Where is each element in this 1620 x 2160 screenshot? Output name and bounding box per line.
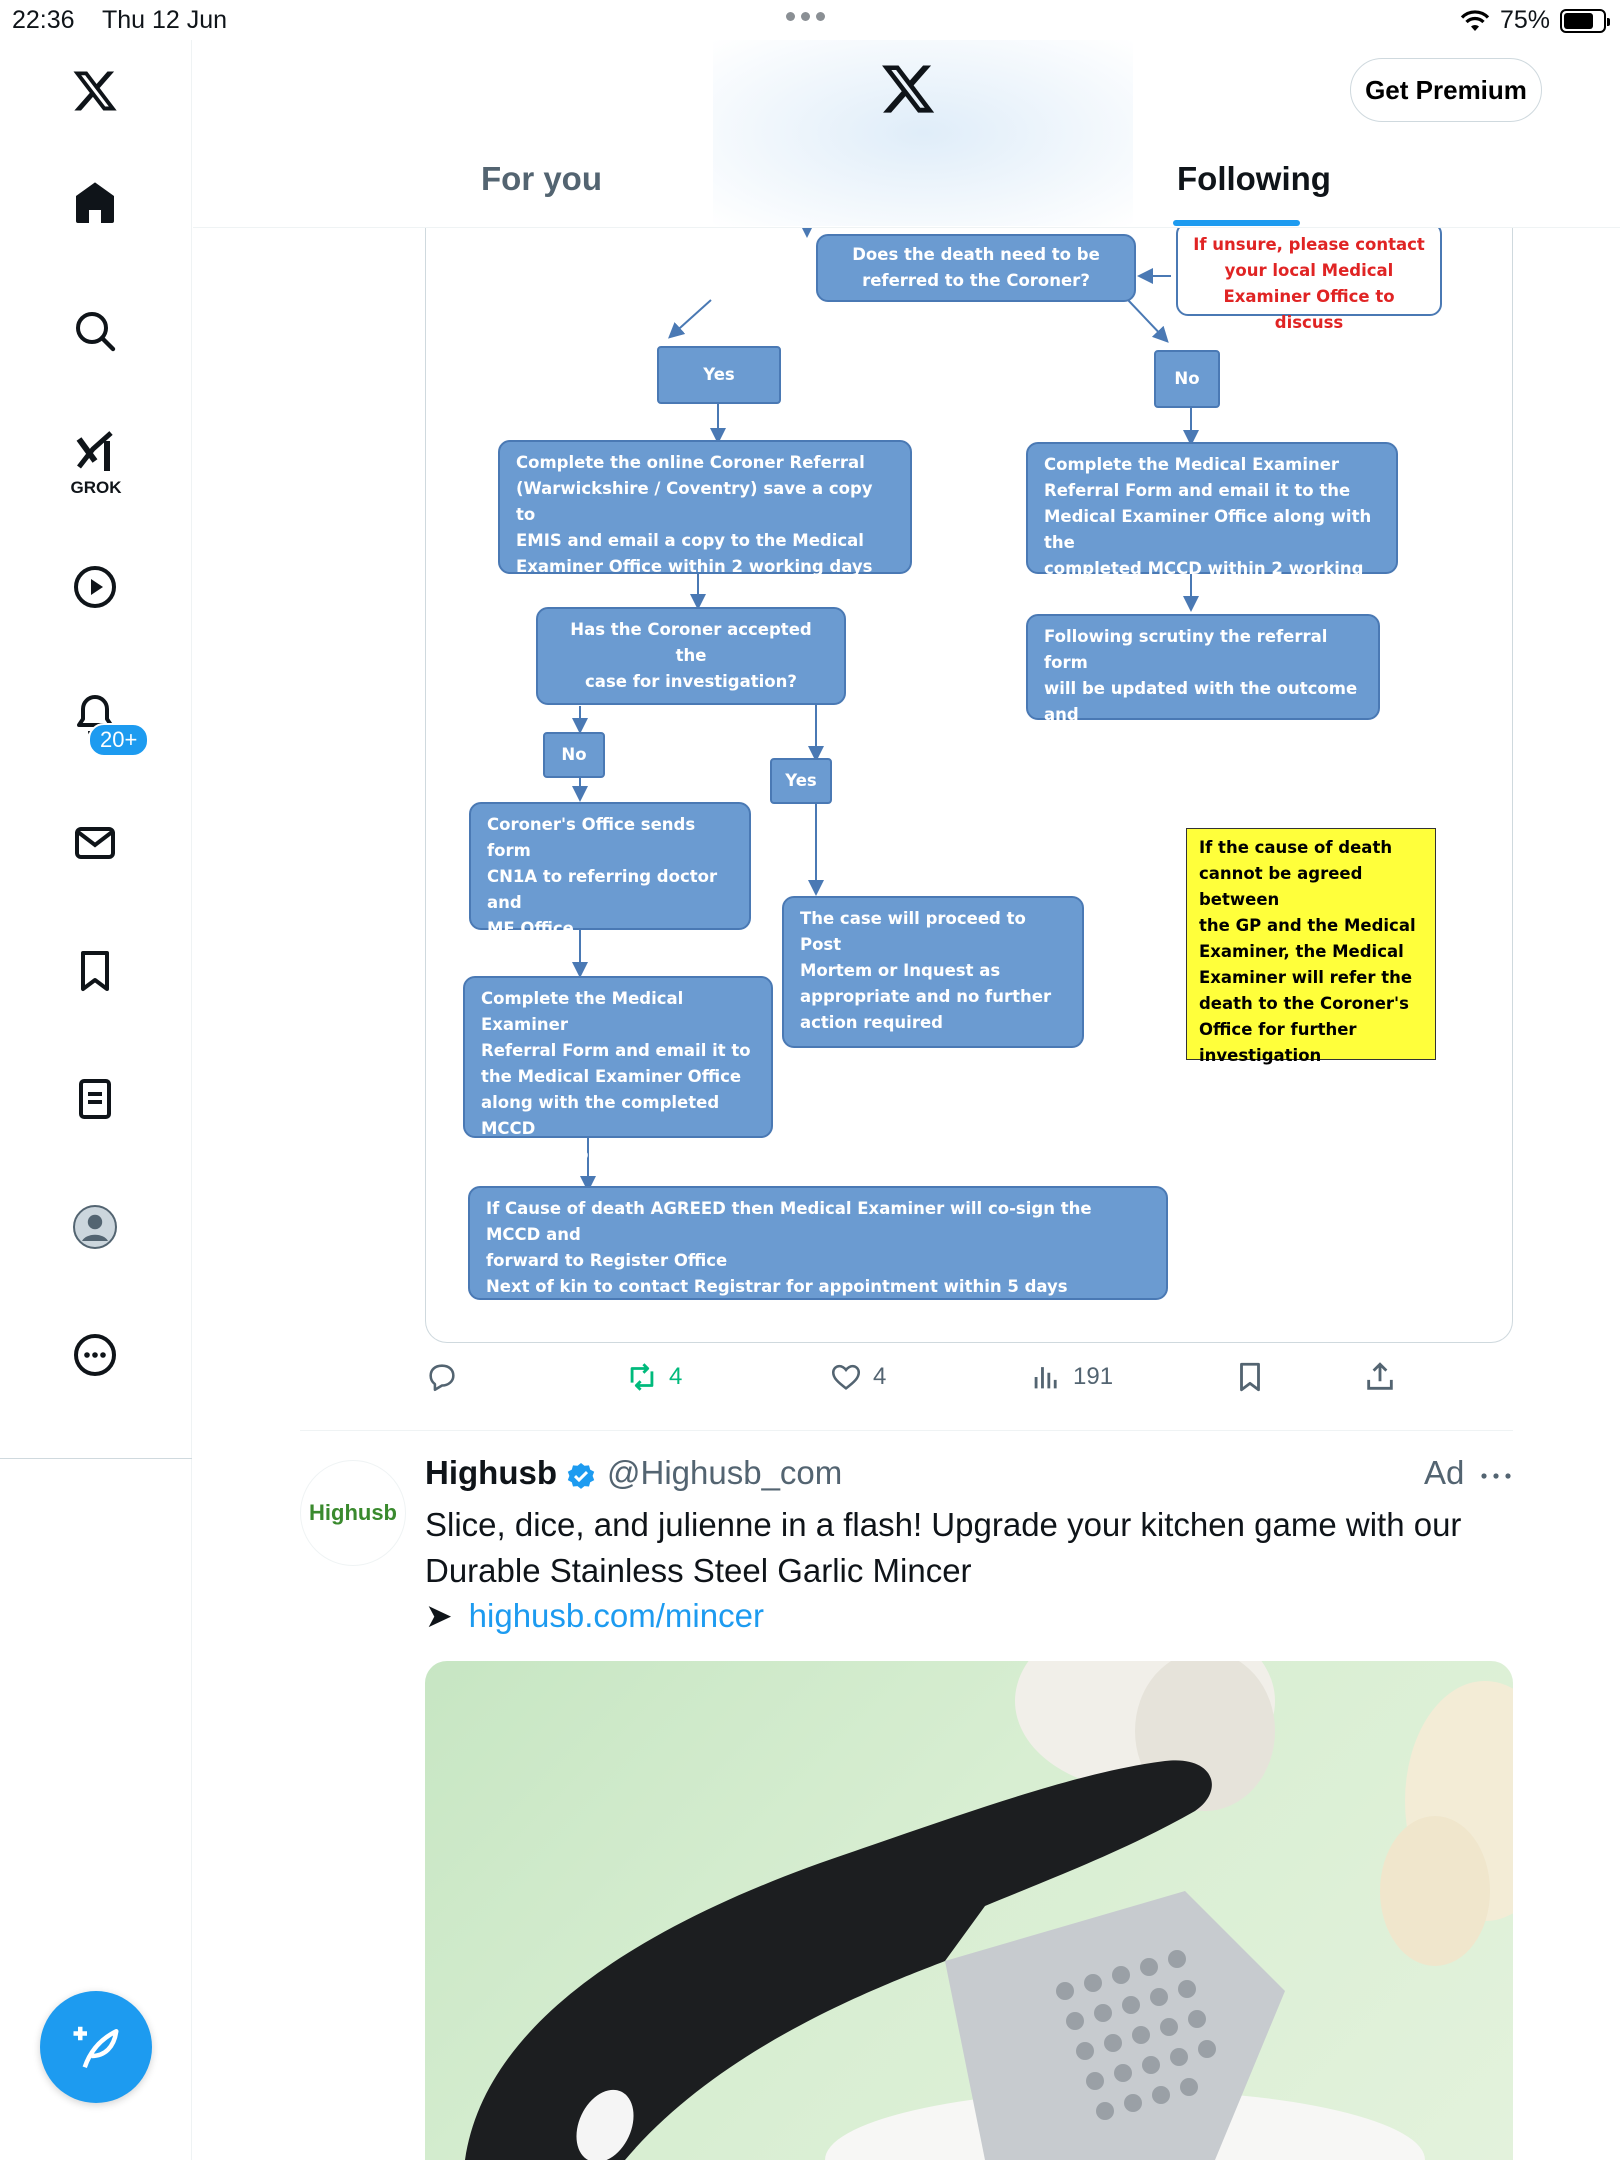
flow-note-unsure: If unsure, please contact your local Med… bbox=[1176, 228, 1442, 332]
flow-box-coroner-referral: Complete the online Coroner Referral (Wa… bbox=[498, 440, 912, 576]
flow-box-post-mortem: The case will proceed to Post Mortem or … bbox=[782, 896, 1084, 1048]
tweet-actions: 4 4 191 bbox=[425, 1360, 1513, 1406]
tweet-image-flowchart[interactable]: Does the death need to be referred to th… bbox=[425, 228, 1513, 1343]
reply-button[interactable] bbox=[425, 1360, 469, 1394]
sidebar: GROK 20+ bbox=[0, 40, 192, 2160]
ad-label: Ad bbox=[1424, 1454, 1465, 1491]
play-icon[interactable] bbox=[66, 558, 124, 616]
verified-badge-icon bbox=[567, 1463, 595, 1489]
x-logo-icon[interactable] bbox=[66, 62, 124, 120]
ad-link[interactable]: highusb.com/mincer bbox=[469, 1597, 764, 1635]
timeline-header: Get Premium For you Following bbox=[193, 40, 1620, 228]
advertiser-avatar[interactable]: Highusb bbox=[300, 1460, 406, 1566]
get-premium-button[interactable]: Get Premium bbox=[1350, 58, 1542, 122]
flow-note-yellow: If the cause of death cannot be agreed b… bbox=[1186, 828, 1436, 1065]
arrow-bullet: ➤ bbox=[425, 1597, 453, 1634]
flow-label-yes: Yes bbox=[657, 346, 781, 404]
tab-following[interactable]: Following bbox=[1177, 160, 1331, 198]
ad-media-image[interactable] bbox=[425, 1661, 1513, 2160]
more-icon[interactable] bbox=[66, 1326, 124, 1384]
views-count: 191 bbox=[1073, 1363, 1114, 1390]
flow-label-no-2: No bbox=[543, 732, 605, 778]
x-logo-icon[interactable] bbox=[879, 60, 937, 118]
flow-box-refer-coroner: Does the death need to be referred to th… bbox=[816, 234, 1136, 302]
garlic-mincer-photo bbox=[465, 1661, 1513, 2160]
flow-box-cause-agreed: If Cause of death AGREED then Medical Ex… bbox=[468, 1186, 1168, 1300]
flow-box-me-referral: Complete the Medical Examiner Referral F… bbox=[1026, 442, 1398, 604]
tab-for-you[interactable]: For you bbox=[481, 160, 602, 198]
ad-link-row: ➤ highusb.com/mincer bbox=[425, 1596, 764, 1635]
flow-box-me-referral-2: Complete the Medical Examiner Referral F… bbox=[463, 976, 773, 1164]
bookmark-icon bbox=[1240, 1362, 1260, 1392]
bookmark-button[interactable] bbox=[1233, 1360, 1267, 1394]
flow-box-scrutiny: Following scrutiny the referral form wil… bbox=[1026, 614, 1380, 750]
mail-icon[interactable] bbox=[66, 814, 124, 872]
retweet-count: 4 bbox=[669, 1363, 683, 1390]
heart-icon bbox=[831, 1364, 861, 1390]
flow-label-no: No bbox=[1154, 350, 1220, 408]
battery-percent: 75% bbox=[1499, 6, 1550, 34]
ad-tweet-text: Slice, dice, and julienne in a flash! Up… bbox=[425, 1506, 1462, 1589]
home-icon[interactable] bbox=[66, 174, 124, 232]
compose-button[interactable] bbox=[40, 1991, 152, 2103]
reply-icon bbox=[429, 1364, 455, 1392]
bookmark-icon[interactable] bbox=[66, 942, 124, 1000]
like-button[interactable]: 4 bbox=[829, 1360, 886, 1394]
battery-icon bbox=[1560, 8, 1610, 33]
views-icon bbox=[1034, 1367, 1057, 1389]
views-button[interactable]: 191 bbox=[1029, 1360, 1113, 1394]
grok-label: GROK bbox=[70, 478, 122, 497]
share-button[interactable] bbox=[1363, 1360, 1397, 1394]
feed-divider bbox=[300, 1430, 1513, 1431]
flow-box-cn1a: Coroner's Office sends form CN1A to refe… bbox=[469, 802, 751, 964]
status-date: Thu 12 Jun bbox=[102, 6, 228, 34]
more-options-icon[interactable] bbox=[1478, 1466, 1514, 1486]
notification-badge: 20+ bbox=[88, 723, 150, 757]
flowchart-arrows bbox=[572, 228, 1199, 1192]
active-tab-indicator bbox=[1173, 220, 1300, 226]
sidebar-divider bbox=[0, 1458, 192, 1459]
status-time: 22:36 bbox=[12, 6, 75, 34]
multitasking-dots-icon[interactable] bbox=[786, 12, 825, 21]
advertiser-name[interactable]: Highusb bbox=[425, 1454, 557, 1492]
share-icon bbox=[1367, 1362, 1393, 1390]
list-icon[interactable] bbox=[66, 1070, 124, 1128]
status-bar: 22:36 Thu 12 Jun 75% bbox=[0, 0, 1620, 40]
avatar-icon[interactable] bbox=[66, 1198, 124, 1256]
wifi-icon bbox=[1460, 9, 1490, 31]
flow-label-yes-2: Yes bbox=[770, 758, 832, 804]
advertiser-handle[interactable]: @Highusb_com bbox=[607, 1454, 842, 1492]
compose-icon bbox=[73, 2026, 119, 2069]
grok-icon[interactable] bbox=[66, 424, 124, 482]
retweet-icon bbox=[630, 1363, 654, 1391]
retweet-button[interactable]: 4 bbox=[625, 1360, 682, 1394]
search-icon[interactable] bbox=[66, 302, 124, 360]
flow-box-coroner-accepted: Has the Coroner accepted the case for in… bbox=[536, 607, 846, 705]
like-count: 4 bbox=[873, 1363, 887, 1390]
